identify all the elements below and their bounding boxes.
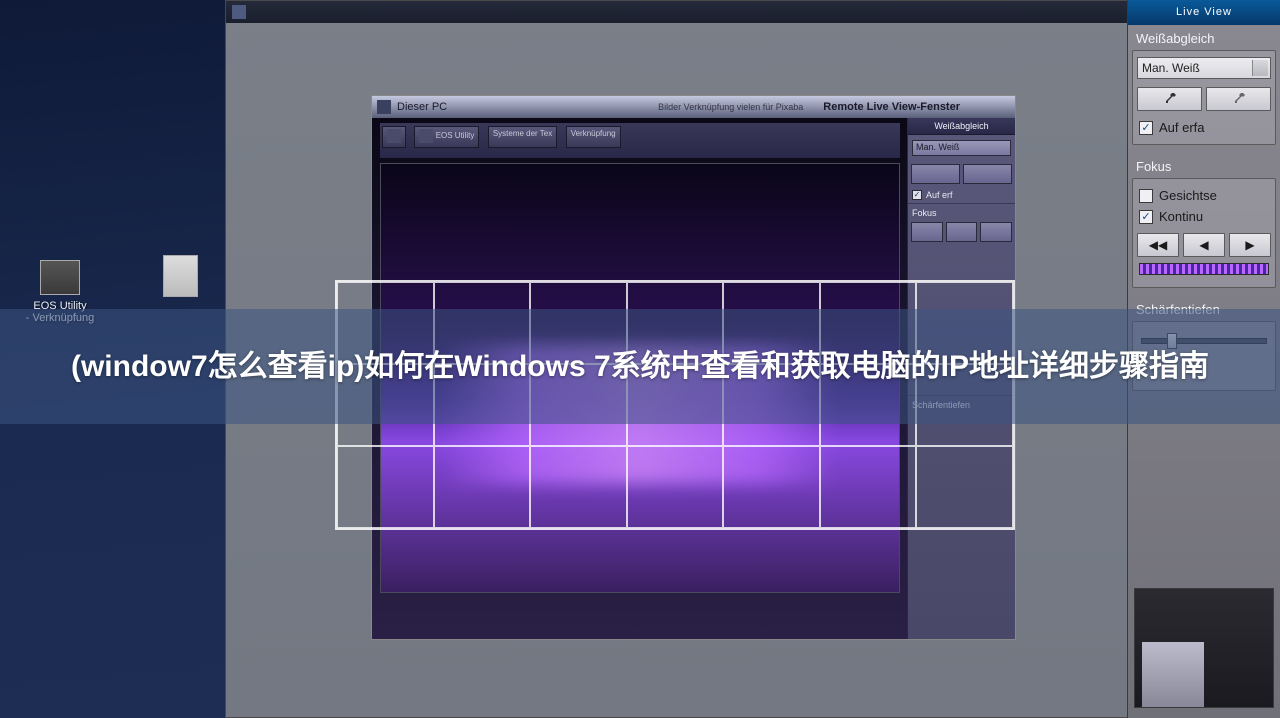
grid-cell[interactable] [820,446,917,528]
checkbox-icon: ✓ [912,190,922,200]
app-icon [419,129,433,143]
tb-item[interactable]: EOS Utility [414,126,479,148]
inner-wb-label: Weißabgleich [908,118,1015,135]
title-meta: Bilder Verknüpfung vielen für Pixaba [658,102,803,112]
fokus-right-btn[interactable]: ▶ [1229,233,1271,257]
inner-fokus-label: Fokus [908,203,1015,219]
histogram-panel [1134,588,1274,708]
inner-wb-dropdown[interactable]: Man. Weiß [912,140,1011,156]
fokus-tools: ◀◀ ◀ ▶ [1137,233,1271,257]
inner-fokus-row [908,219,1015,245]
inner-tool-row [908,161,1015,187]
inner-window-title: Remote Live View-Fenster [823,101,960,113]
focus-bar [1139,263,1269,275]
inner-titlebar[interactable]: Dieser PC Bilder Verknüpfung vielen für … [372,96,1015,118]
cb-kontinu[interactable]: ✓ Kontinu [1137,206,1271,227]
wb-tools [1137,87,1271,111]
desktop-icon-link[interactable] [145,255,215,302]
printer-icon [40,260,80,295]
fokus-box: Gesichtse ✓ Kontinu ◀◀ ◀ ▶ [1132,178,1276,288]
grid-cell[interactable] [530,446,627,528]
fokus-mid-btn[interactable]: ◀ [1183,233,1225,257]
fokus-btn[interactable] [980,222,1012,242]
banner-text: (window7怎么查看ip)如何在Windows 7系统中查看和获取电脑的IP… [71,345,1209,389]
wb-label: Weißabgleich [1128,25,1280,50]
page-icon [163,255,198,297]
grid-cell[interactable] [337,446,434,528]
tb-item[interactable]: Verknüpfung [566,126,621,148]
cb-auferfa[interactable]: ✓ Auf erfa [1137,117,1271,138]
title-left: Dieser PC [397,101,447,113]
eyedropper-icon [1232,92,1246,106]
fokus-btn[interactable] [911,222,943,242]
eyedropper-icon [1163,92,1177,106]
eyedropper-button[interactable] [1137,87,1202,111]
eyedropper-button[interactable] [911,164,960,184]
fokus-btn[interactable] [946,222,978,242]
inner-cb-auferfa[interactable]: ✓ Auf erf [908,187,1015,203]
wb-box: Man. Weiß ✓ Auf erfa [1132,50,1276,145]
tb-item[interactable] [382,126,406,148]
title-overlay-banner: (window7怎么查看ip)如何在Windows 7系统中查看和获取电脑的IP… [0,309,1280,424]
tb-item[interactable]: Systeme der Tex [488,126,557,148]
histogram-bars [1142,642,1204,707]
checkbox-icon: ✓ [1139,210,1153,224]
eyedropper2-button[interactable] [963,164,1012,184]
checkbox-icon: ✓ [1139,121,1153,135]
window-icon [232,5,246,19]
cb-gesichts[interactable]: Gesichtse [1137,185,1271,206]
main-titlebar[interactable] [226,1,1127,23]
folder-icon [387,129,401,143]
grid-cell[interactable] [627,446,724,528]
grid-cell[interactable] [723,446,820,528]
panel-header: Live View [1128,0,1280,25]
checkbox-icon [1139,189,1153,203]
fokus-left-btn[interactable]: ◀◀ [1137,233,1179,257]
window-icon [377,100,391,114]
grid-cell[interactable] [916,446,1013,528]
chevron-down-icon [1252,60,1268,76]
eyedropper2-button[interactable] [1206,87,1271,111]
inner-taskbar: EOS Utility Systeme der Tex Verknüpfung [380,123,900,158]
wb-dropdown[interactable]: Man. Weiß [1137,57,1271,79]
fokus-label: Fokus [1128,153,1280,178]
grid-cell[interactable] [434,446,531,528]
